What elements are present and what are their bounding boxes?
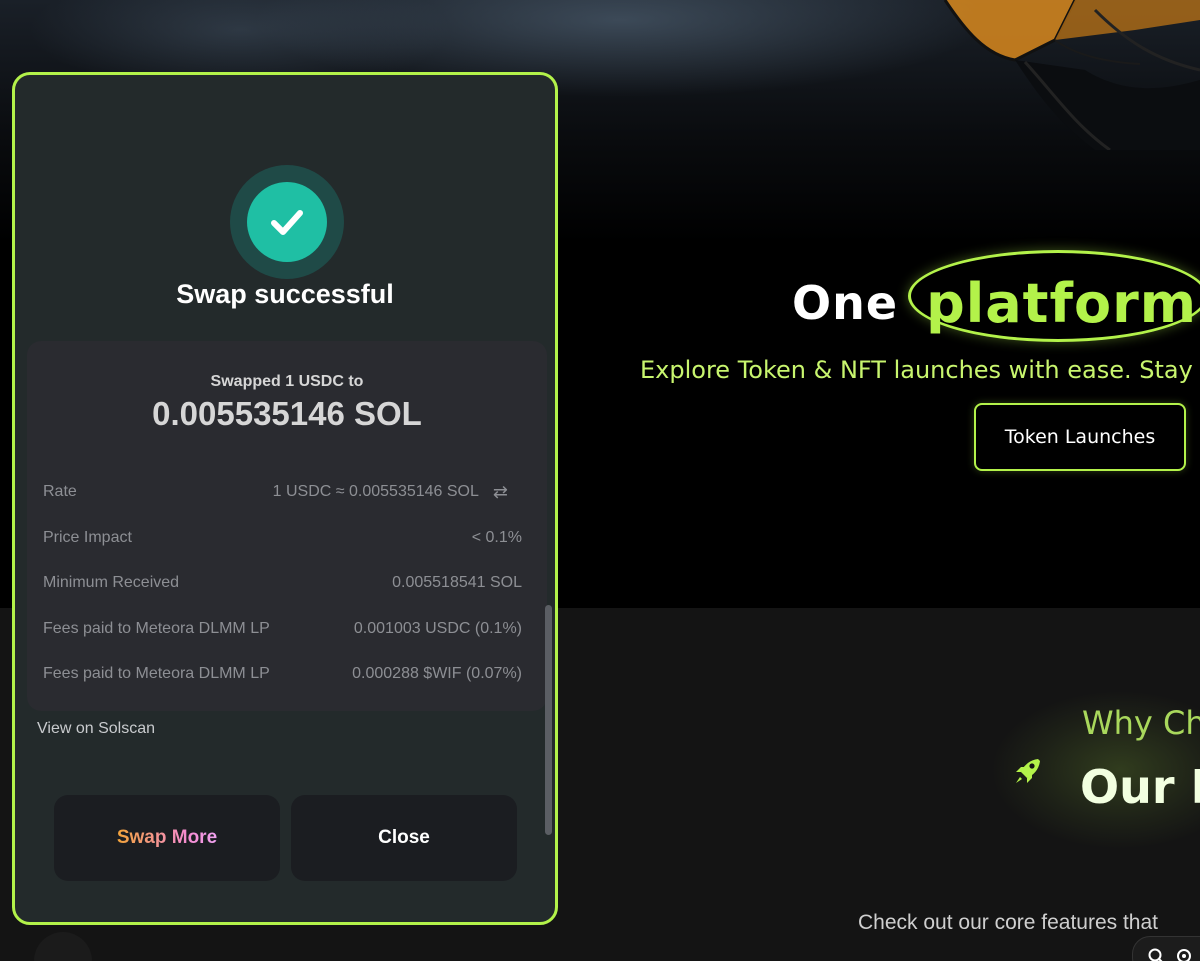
hero-subtitle: Explore Token & NFT launches with ease. … (640, 356, 1200, 384)
section-title: Our F (1080, 760, 1200, 814)
hero-title-highlight-word: platform (926, 271, 1197, 335)
close-button[interactable]: Close (291, 795, 517, 881)
detail-value: 0.001003 USDC (0.1%) (353, 620, 522, 637)
scrollbar[interactable] (545, 605, 552, 835)
hero-highlight: platform (908, 249, 1200, 342)
detail-label: Fees paid to Meteora DLMM LP (43, 665, 270, 682)
features-description: Check out our core features that (858, 911, 1158, 934)
section-subtitle: Why Ch (1082, 704, 1200, 742)
detail-value: 0.000288 $WIF (0.07%) (352, 665, 522, 682)
detail-row-fee: Fees paid to Meteora DLMM LP 0.001003 US… (43, 618, 522, 640)
swap-more-button[interactable]: Swap More (54, 795, 280, 881)
detail-row-minimum-received: Minimum Received 0.005518541 SOL (43, 572, 522, 594)
swap-more-label: Swap More (116, 827, 218, 848)
detail-value: < 0.1% (471, 529, 522, 546)
hero-artwork (905, 0, 1200, 150)
checkmark-icon (247, 182, 327, 262)
detail-row-rate: Rate 1 USDC ≈ 0.005535146 SOL ⇄ (43, 481, 508, 503)
detail-label: Price Impact (43, 529, 132, 546)
detail-value: 1 USDC ≈ 0.005535146 SOL (272, 483, 479, 500)
floating-widget[interactable] (1132, 936, 1200, 961)
swapped-amount: 0.005535146 SOL (152, 395, 422, 432)
detail-row-fee: Fees paid to Meteora DLMM LP 0.000288 $W… (43, 663, 522, 685)
rocket-icon (1016, 759, 1040, 783)
token-launches-button[interactable]: Token Launches (974, 403, 1186, 471)
close-label: Close (378, 827, 430, 848)
swap-direction-icon[interactable]: ⇄ (493, 482, 508, 503)
detail-label: Fees paid to Meteora DLMM LP (43, 620, 270, 637)
settings-icon[interactable] (1175, 947, 1193, 961)
view-on-solscan-link[interactable]: View on Solscan (37, 720, 155, 738)
modal-title: Swap successful (176, 279, 394, 309)
swapped-label: Swapped 1 USDC to (210, 373, 364, 390)
detail-value: 0.005518541 SOL (392, 574, 522, 591)
detail-label: Minimum Received (43, 574, 180, 591)
detail-row-price-impact: Price Impact < 0.1% (43, 527, 522, 549)
detail-label: Rate (43, 483, 77, 500)
hero-title: One platform (792, 249, 1200, 342)
hero-title-word: One (792, 276, 899, 330)
success-badge (230, 165, 344, 279)
swap-result-modal: Swap successful Swapped 1 USDC to 0.0055… (12, 72, 558, 925)
search-icon[interactable] (1147, 947, 1165, 961)
